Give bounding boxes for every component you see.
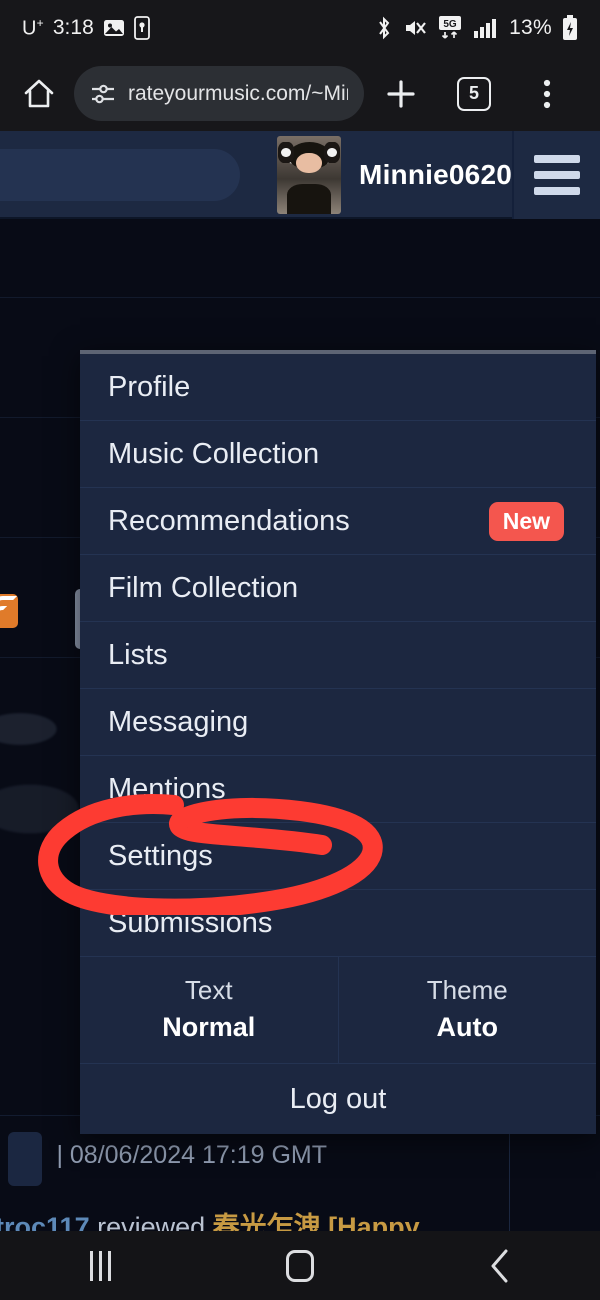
hamburger-bar-2 — [534, 171, 580, 179]
notification-avatar — [8, 1132, 42, 1186]
menu-item-label: Film Collection — [108, 571, 299, 604]
new-badge: New — [488, 501, 564, 541]
carrier-label: U+ — [22, 15, 44, 40]
menu-item-settings[interactable]: Settings — [80, 823, 596, 890]
page-info-icon[interactable] — [90, 83, 116, 105]
tab-count-label: 5 — [456, 76, 491, 111]
menu-item-label: Recommendations — [108, 504, 350, 537]
back-glyph — [491, 1249, 508, 1282]
new-tab-button[interactable] — [364, 64, 437, 124]
menu-item-recommendations[interactable]: Recommendations New — [80, 488, 596, 555]
home-icon[interactable] — [16, 77, 62, 111]
text-size-value: Normal — [162, 1012, 256, 1042]
status-right-group: 5G 13% — [375, 15, 578, 41]
menu-item-label: Lists — [108, 638, 168, 671]
rss-icon[interactable] — [0, 594, 18, 628]
image-icon — [103, 18, 125, 38]
username-label[interactable]: Minnie0620 — [359, 159, 512, 191]
hamburger-icon[interactable] — [512, 131, 600, 219]
menu-item-label: Submissions — [108, 906, 273, 939]
phone-screen: U+ 3:18 5G 13% rateyourmusic.com/~Minn 5… — [0, 0, 600, 1300]
text-size-toggle[interactable]: Text Normal — [80, 957, 338, 1063]
theme-toggle[interactable]: Theme Auto — [337, 957, 597, 1063]
notification-date: | 08/06/2024 17:19 GMT — [56, 1141, 328, 1170]
status-left-group: U+ 3:18 — [22, 16, 150, 41]
url-text: rateyourmusic.com/~Minn — [128, 81, 348, 105]
hamburger-bar-1 — [534, 155, 580, 163]
browser-toolbar: rateyourmusic.com/~Minn 5 — [0, 56, 600, 131]
avatar-body — [287, 184, 331, 214]
hamburger-bar-3 — [534, 187, 580, 195]
log-out-button[interactable]: Log out — [80, 1064, 596, 1134]
notification-user[interactable]: stroc117 — [0, 1212, 90, 1231]
address-bar[interactable]: rateyourmusic.com/~Minn — [74, 66, 364, 121]
tab-switcher-button[interactable]: 5 — [437, 64, 510, 124]
text-size-label: Text — [184, 975, 233, 1005]
5g-icon: 5G — [437, 15, 463, 41]
menu-item-messaging[interactable]: Messaging — [80, 689, 596, 756]
android-nav-bar — [0, 1231, 600, 1300]
theme-label: Theme — [426, 975, 508, 1005]
mute-icon — [403, 17, 427, 39]
menu-item-film-collection[interactable]: Film Collection — [80, 555, 596, 622]
battery-charging-icon — [562, 15, 578, 41]
notification-title[interactable]: 春光乍洩 — [213, 1212, 321, 1231]
menu-item-label: Music Collection — [108, 437, 320, 470]
home-glyph — [286, 1249, 314, 1282]
notification-action: reviewed — [89, 1212, 213, 1231]
menu-item-lists[interactable]: Lists — [80, 622, 596, 689]
clock-label: 3:18 — [52, 16, 94, 39]
avatar-paw-right — [324, 142, 340, 163]
menu-item-music-collection[interactable]: Music Collection — [80, 421, 596, 488]
recents-glyph — [89, 1250, 111, 1281]
signal-icon — [473, 17, 499, 39]
device-icon — [133, 16, 150, 40]
menu-item-label: Settings — [108, 839, 213, 872]
menu-toggle-row: Text Normal Theme Auto — [80, 957, 596, 1064]
menu-item-mentions[interactable]: Mentions — [80, 756, 596, 823]
menu-item-submissions[interactable]: Submissions — [80, 890, 596, 957]
menu-item-label: Mentions — [108, 772, 226, 805]
web-page-viewport: Minnie0620 Notifications | — [0, 131, 600, 1231]
site-header: Minnie0620 — [0, 131, 600, 219]
user-area[interactable]: Minnie0620 — [277, 131, 512, 219]
battery-percent-label: 13% — [509, 16, 552, 39]
menu-item-label: Messaging — [108, 705, 249, 738]
rss-arc-large — [0, 596, 17, 622]
search-input[interactable] — [0, 149, 240, 201]
recents-icon[interactable] — [0, 1250, 200, 1281]
menu-item-profile[interactable]: Profile — [80, 354, 596, 421]
more-vertical-icon[interactable] — [511, 64, 584, 124]
user-dropdown-menu: Profile Music Collection Recommendations… — [80, 350, 596, 1134]
menu-item-label: Profile — [108, 370, 191, 403]
avatar-paw-left — [278, 142, 294, 163]
back-chevron-icon[interactable] — [400, 1247, 600, 1285]
theme-value: Auto — [436, 1012, 498, 1042]
android-status-bar: U+ 3:18 5G 13% — [0, 0, 600, 56]
svg-text:5G: 5G — [443, 19, 457, 30]
notification-text: stroc117 reviewed 春光乍洩 [Happy Together]. — [0, 1186, 600, 1231]
avatar[interactable] — [277, 136, 342, 214]
bg-divider — [0, 297, 600, 298]
home-circle-icon[interactable] — [200, 1249, 400, 1282]
bluetooth-icon — [375, 16, 393, 40]
